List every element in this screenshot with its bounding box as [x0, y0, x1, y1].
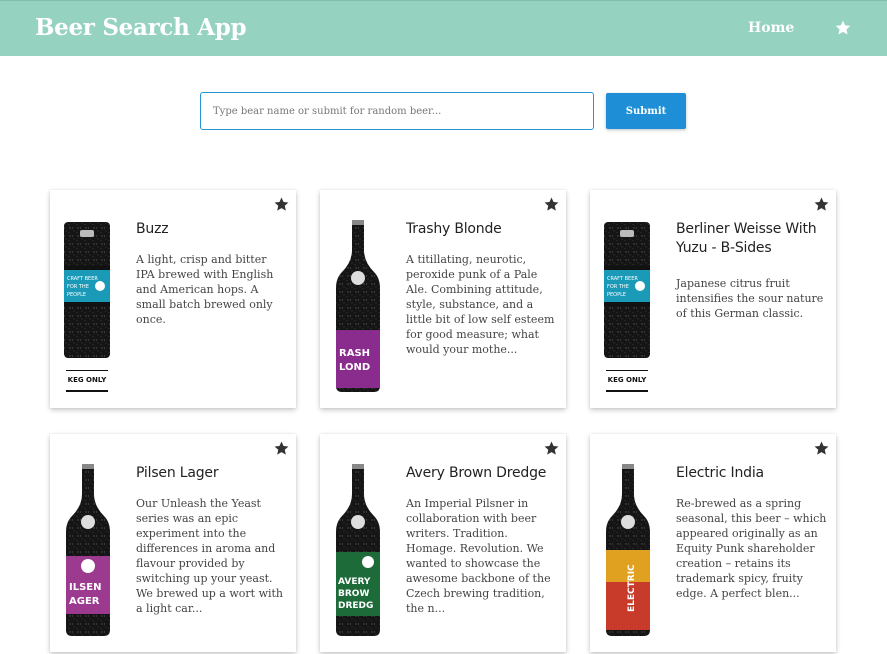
- beer-description: A titillating, neurotic, peroxide punk o…: [406, 253, 555, 356]
- beer-card[interactable]: ELECTRIC Electric India Re-brewed as a s…: [590, 434, 836, 652]
- bottle-image: RASH LOND: [336, 220, 380, 392]
- beer-description: Re-brewed as a spring seasonal, this bee…: [676, 497, 827, 600]
- svg-text:CRAFT BEER: CRAFT BEER: [607, 276, 638, 282]
- svg-text:AVERY: AVERY: [338, 577, 371, 587]
- keg-only-badge: KEG ONLY: [606, 370, 648, 392]
- beer-search-input[interactable]: [200, 92, 594, 130]
- keg-image: CRAFT BEER FOR THE PEOPLE: [604, 222, 650, 358]
- favourite-star-icon[interactable]: [813, 196, 830, 213]
- beer-card[interactable]: ILSEN AGER Pilsen Lager Our Unleash the …: [50, 434, 296, 652]
- beer-name: Pilsen Lager: [136, 465, 219, 481]
- beer-card[interactable]: AVERY BROW DREDG Avery Brown Dredge An I…: [320, 434, 566, 652]
- favourite-star-icon[interactable]: [543, 196, 560, 213]
- favourite-star-icon[interactable]: [273, 196, 290, 213]
- svg-text:AGER: AGER: [69, 596, 100, 607]
- beer-description: Japanese citrus fruit intensifies the so…: [676, 277, 824, 320]
- beer-name: Berliner Weisse With Yuzu - B-Sides: [676, 221, 817, 256]
- beer-name: Trashy Blonde: [406, 221, 502, 237]
- svg-text:ILSEN: ILSEN: [69, 582, 102, 593]
- keg-image: CRAFT BEER FOR THE PEOPLE: [64, 222, 110, 358]
- svg-text:DREDG: DREDG: [338, 601, 373, 611]
- nav-home-link[interactable]: Home: [748, 20, 794, 36]
- submit-button[interactable]: Submit: [606, 93, 686, 129]
- svg-text:CRAFT BEER: CRAFT BEER: [67, 276, 98, 282]
- svg-text:FOR THE: FOR THE: [607, 284, 629, 290]
- favourite-star-icon[interactable]: [273, 440, 290, 457]
- beer-card[interactable]: CRAFT BEER FOR THE PEOPLE KEG ONLY Buzz …: [50, 190, 296, 408]
- favourite-star-icon[interactable]: [543, 440, 560, 457]
- svg-text:LOND: LOND: [339, 362, 370, 373]
- beer-card[interactable]: RASH LOND Trashy Blonde A titillating, n…: [320, 190, 566, 408]
- beer-name: Buzz: [136, 221, 169, 237]
- app-header: Beer Search App Home: [0, 0, 887, 56]
- bottle-image: ILSEN AGER: [66, 464, 110, 636]
- bottle-image: AVERY BROW DREDG: [336, 464, 380, 636]
- svg-text:ELECTRIC: ELECTRIC: [627, 564, 637, 612]
- beer-description: An Imperial Pilsner in collaboration wit…: [406, 497, 551, 615]
- beer-description: A light, crisp and bitter IPA brewed wit…: [136, 253, 274, 326]
- keg-only-badge: KEG ONLY: [66, 370, 108, 392]
- svg-text:BROW: BROW: [338, 589, 369, 599]
- svg-text:PEOPLE: PEOPLE: [67, 292, 86, 298]
- svg-text:PEOPLE: PEOPLE: [607, 292, 626, 298]
- svg-text:RASH: RASH: [339, 348, 370, 359]
- app-title[interactable]: Beer Search App: [35, 14, 247, 41]
- svg-text:FOR THE: FOR THE: [67, 284, 89, 290]
- favourite-star-icon[interactable]: [813, 440, 830, 457]
- beer-name: Electric India: [676, 465, 764, 481]
- beer-description: Our Unleash the Yeast series was an epic…: [136, 497, 284, 615]
- bottle-image: ELECTRIC: [606, 464, 650, 636]
- beer-name: Avery Brown Dredge: [406, 465, 547, 481]
- beer-card[interactable]: CRAFT BEER FOR THE PEOPLE KEG ONLY Berli…: [590, 190, 836, 408]
- favourites-star-icon[interactable]: [834, 19, 852, 37]
